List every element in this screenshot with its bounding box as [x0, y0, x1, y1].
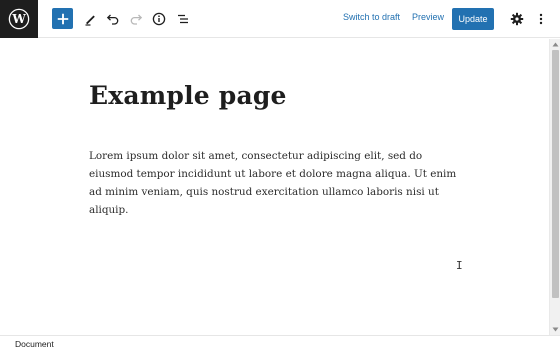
- pencil-icon: [85, 15, 95, 26]
- undo-icon: [106, 14, 119, 25]
- text-cursor-icon: I: [456, 259, 463, 272]
- gear-icon: [510, 12, 524, 26]
- paragraph-block[interactable]: Lorem ipsum dolor sit amet, consectetur …: [89, 147, 459, 219]
- block-breadcrumb-bar: Document: [0, 335, 560, 351]
- undo-button[interactable]: [101, 7, 125, 31]
- options-button[interactable]: [529, 7, 553, 31]
- editor-canvas[interactable]: Example page Lorem ipsum dolor sit amet,…: [0, 39, 549, 335]
- redo-button[interactable]: [124, 7, 148, 31]
- list-view-icon: [178, 14, 188, 24]
- switch-to-draft-button[interactable]: Switch to draft: [343, 12, 400, 22]
- vertical-ellipsis-icon: [539, 13, 543, 25]
- vertical-scrollbar[interactable]: [549, 39, 560, 335]
- scrollbar-thumb[interactable]: [552, 50, 559, 298]
- info-icon: [152, 12, 166, 26]
- wordpress-logo-glyph: W: [8, 8, 30, 30]
- wordpress-logo-icon[interactable]: W: [0, 0, 38, 38]
- add-block-button[interactable]: [52, 8, 73, 29]
- editor-header: W Switch to draft Preview Update: [0, 0, 560, 38]
- scroll-up-arrow-icon[interactable]: [551, 40, 560, 49]
- plus-icon: [57, 13, 68, 24]
- breadcrumb-document[interactable]: Document: [15, 339, 54, 349]
- preview-button[interactable]: Preview: [412, 12, 444, 22]
- details-button[interactable]: [147, 7, 171, 31]
- svg-text:W: W: [11, 12, 26, 26]
- redo-icon: [130, 14, 143, 25]
- tools-button[interactable]: [78, 7, 102, 31]
- list-view-button[interactable]: [171, 7, 195, 31]
- settings-button[interactable]: [505, 7, 529, 31]
- update-button[interactable]: Update: [452, 8, 494, 30]
- page-title[interactable]: Example page: [89, 81, 287, 110]
- scroll-down-arrow-icon[interactable]: [551, 325, 560, 334]
